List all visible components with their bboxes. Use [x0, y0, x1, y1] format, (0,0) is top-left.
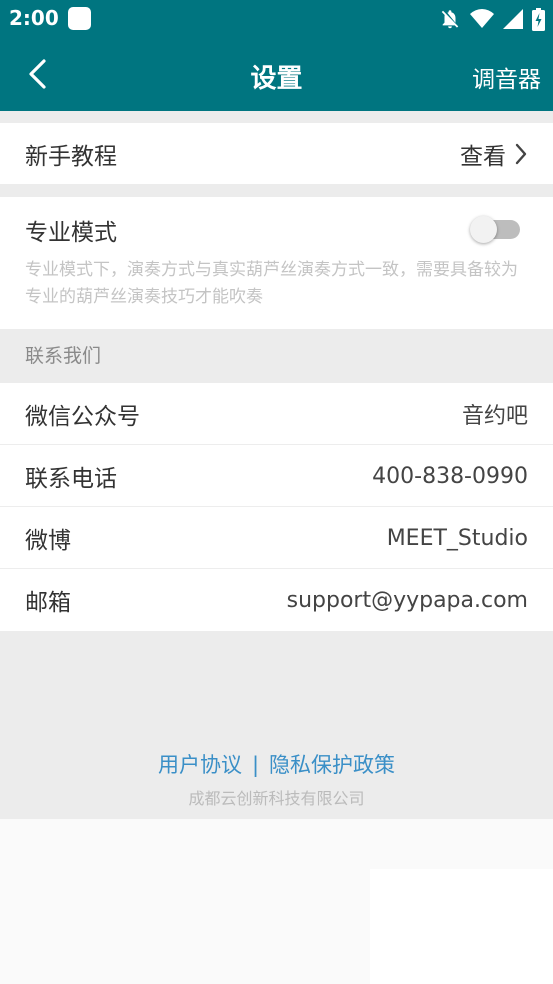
contact-label: 微信公众号: [25, 404, 140, 430]
contact-value: support@yypapa.com: [286, 587, 528, 613]
contact-value: 音约吧: [461, 404, 528, 429]
notification-app-icon: [68, 7, 91, 30]
contact-label: 微博: [25, 528, 71, 554]
contact-row-weibo[interactable]: 微博 MEET_Studio: [0, 507, 553, 569]
battery-charging-icon: [532, 7, 545, 31]
contact-label: 邮箱: [25, 590, 71, 616]
contact-value: MEET_Studio: [386, 525, 528, 551]
status-time: 2:00: [9, 6, 59, 30]
empty-area-highlight: [370, 869, 553, 984]
footer-links: 用户协议 | 隐私保护政策: [0, 749, 553, 779]
empty-area: [0, 819, 553, 984]
tutorial-label: 新手教程: [25, 143, 117, 170]
pro-mode-description: 专业模式下，演奏方式与真实葫芦丝演奏方式一致，需要具备较为专业的葫芦丝演奏技巧才…: [25, 260, 518, 307]
wifi-icon: [470, 9, 494, 28]
footer: 用户协议 | 隐私保护政策 成都云创新科技有限公司: [0, 631, 553, 819]
privacy-policy-link[interactable]: 隐私保护政策: [269, 749, 395, 779]
bell-off-icon: [441, 10, 459, 29]
separator: [0, 184, 553, 197]
page-title: 设置: [250, 64, 303, 94]
tutorial-view[interactable]: 查看: [460, 137, 528, 171]
contact-label: 联系电话: [25, 466, 117, 492]
tutorial-value: 查看: [460, 143, 506, 170]
status-bar: 2:00: [0, 0, 553, 38]
chevron-right-icon: [515, 143, 527, 164]
status-icons: [439, 7, 545, 31]
contact-section-header: 联系我们: [0, 329, 553, 383]
pro-mode-label: 专业模式: [25, 220, 117, 246]
separator: [0, 111, 553, 123]
company-name: 成都云创新科技有限公司: [188, 789, 365, 808]
footer-link-separator: |: [251, 753, 260, 777]
tuner-button[interactable]: 调音器: [472, 60, 541, 94]
signal-icon: [503, 9, 523, 29]
toggle-thumb: [470, 216, 497, 243]
app-bar: 设置 调音器: [0, 38, 553, 111]
user-agreement-link[interactable]: 用户协议: [158, 749, 242, 779]
contact-row-wechat[interactable]: 微信公众号 音约吧: [0, 383, 553, 445]
tutorial-row[interactable]: 新手教程 查看: [0, 123, 553, 184]
contact-row-phone[interactable]: 联系电话 400-838-0990: [0, 445, 553, 507]
contact-value: 400-838-0990: [372, 463, 528, 489]
contact-row-email[interactable]: 邮箱 support@yypapa.com: [0, 569, 553, 631]
pro-mode-toggle[interactable]: [470, 216, 522, 244]
